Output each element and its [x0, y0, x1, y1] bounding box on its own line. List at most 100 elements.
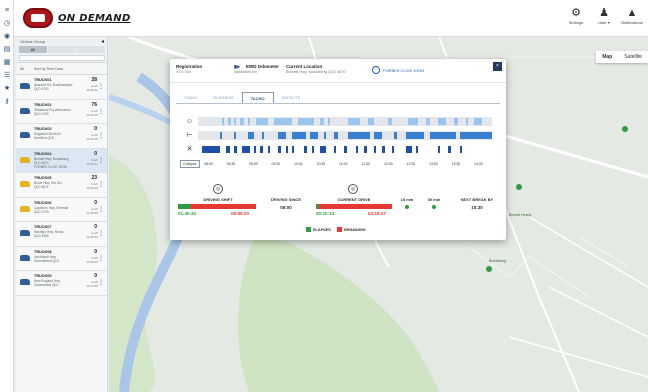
- tab-business[interactable]: BUSINESS: [205, 92, 241, 103]
- time-tick-label: 09:00: [249, 162, 258, 166]
- menu-icon[interactable]: ≡: [0, 4, 14, 17]
- work-segment: [248, 132, 254, 139]
- break-30-label: 30 min: [427, 197, 441, 202]
- map-pin-icon[interactable]: ◉: [0, 30, 14, 43]
- activity-timeline[interactable]: ☺ ⊢ ✕: [182, 117, 492, 157]
- panel-tab-3[interactable]: [77, 46, 105, 53]
- drive-segment: [320, 146, 326, 153]
- work-segment: [220, 132, 222, 139]
- vehicle-detail-modal: Registration XXX 000 ▮▶ EWD Odometer ###…: [170, 59, 506, 240]
- vehicle-row[interactable]: TRUCK06 Capricorn Hwy, Emerald QLD 4720 0 km…: [16, 197, 107, 222]
- user-menu-button[interactable]: ♟ User ▾: [590, 6, 618, 25]
- work-track: [198, 131, 492, 140]
- vehicle-speed: 0: [94, 224, 97, 230]
- vehicle-row[interactable]: TRUCK05 Bruce Hwy, Gin Gin QLD 4671 23 km/h 1…: [16, 173, 107, 198]
- user-label: User ▾: [598, 20, 610, 25]
- work-segment: [292, 132, 306, 139]
- ewd-value: ######## km: [234, 70, 258, 74]
- more-options-icon[interactable]: ⋮: [98, 230, 104, 237]
- collapse-timeline-button[interactable]: Collapse: [180, 160, 200, 168]
- collapse-icon[interactable]: ◂: [101, 38, 104, 45]
- time-tick-label: 09:30: [271, 162, 281, 166]
- vehicle-name: TRUCK02: [34, 102, 52, 107]
- time-tick-label: 14:00: [474, 162, 483, 166]
- vehicle-speed: 0: [94, 126, 97, 132]
- work-segment: [348, 132, 370, 139]
- more-options-icon[interactable]: ⋮: [98, 157, 104, 164]
- time-tick-label: 12:30: [406, 162, 416, 166]
- driver-link[interactable]: FORBES CLIVE JOHN: [372, 66, 424, 74]
- place-label: Burnett Heads: [509, 213, 532, 217]
- more-options-icon[interactable]: ⋮: [98, 83, 104, 90]
- drive-segment: [268, 146, 270, 153]
- drive-segment: [416, 146, 418, 153]
- clock-icon[interactable]: ◷: [0, 17, 14, 30]
- vehicle-address-line: Toowoomba QLD: [34, 283, 59, 287]
- grid-icon[interactable]: ▦: [0, 56, 14, 69]
- more-options-icon[interactable]: ⋮: [98, 108, 104, 115]
- panel-tab-2[interactable]: [48, 46, 76, 53]
- rest-segment: [222, 118, 224, 125]
- map-type-map[interactable]: Map: [596, 51, 618, 63]
- close-button[interactable]: ×: [493, 62, 502, 71]
- vehicle-name: TRUCK07: [34, 225, 52, 229]
- steering-wheel-icon: ◎: [348, 184, 358, 194]
- rest-segment: [328, 118, 330, 125]
- location-value: Burnett Hwy, Bundaberg QLD 4670: [286, 70, 346, 74]
- vehicle-search-input[interactable]: [19, 55, 105, 61]
- rest-segment: [320, 118, 324, 125]
- tab-defects[interactable]: DEFECTS: [274, 92, 309, 103]
- drive-icon: ✕: [186, 146, 193, 153]
- truck-icon: [20, 279, 30, 285]
- more-options-icon[interactable]: ⋮: [98, 279, 104, 286]
- more-options-icon[interactable]: ⋮: [98, 206, 104, 213]
- ewd-label: EWD Odometer: [246, 64, 280, 69]
- key-icon[interactable]: ⚷: [0, 95, 14, 108]
- sort-filter-label: All: [20, 66, 24, 71]
- legend: ELAPSED REMAINING: [306, 227, 372, 232]
- next-break-value: 15:30: [471, 205, 483, 210]
- layers-icon[interactable]: ▤: [0, 43, 14, 56]
- sort-bar[interactable]: All Sort by Time Desc: [16, 63, 107, 75]
- notifications-button[interactable]: ▲ Notifications: [618, 6, 646, 25]
- vehicle-timestamp: 10:18:42: [86, 88, 98, 92]
- tab-today[interactable]: TODAY: [176, 92, 205, 103]
- logo-badge-icon: [23, 8, 53, 28]
- vehicle-row[interactable]: TRUCK04 Burnett Hwy, Bundaberg QLD 4670 FOR…: [16, 148, 107, 173]
- tab-divider: [176, 103, 500, 104]
- drive-segment: [356, 146, 358, 153]
- app-logo[interactable]: ON DEMAND: [23, 8, 131, 28]
- more-options-icon[interactable]: ⋮: [98, 255, 104, 262]
- vehicle-row[interactable]: TRUCK08 Leichhardt Hwy Goondiwindi QLD 0 km/…: [16, 246, 107, 271]
- work-segment: [406, 132, 424, 139]
- settings-button[interactable]: ⚙ Settings: [562, 6, 590, 25]
- time-tick-label: 10:30: [316, 162, 326, 166]
- more-options-icon[interactable]: ⋮: [98, 132, 104, 139]
- panel-tab-all[interactable]: All: [19, 46, 47, 53]
- driving-since-value: 08:00: [280, 205, 292, 210]
- vehicle-row[interactable]: TRUCK09 New England Hwy Toowoomba QLD 0 km/h…: [16, 271, 107, 296]
- list-icon[interactable]: ☰: [0, 69, 14, 82]
- more-options-icon[interactable]: ⋮: [98, 181, 104, 188]
- vehicle-name: TRUCK01: [34, 78, 52, 82]
- vehicle-row[interactable]: TRUCK03 Kingsford Smith Dr Hamilton QLD 0 km…: [16, 124, 107, 149]
- time-tick-label: 10:00: [294, 162, 303, 166]
- rest-icon: ☺: [185, 118, 194, 125]
- truck-icon: [20, 181, 30, 187]
- vehicle-row[interactable]: TRUCK02 Gladstone Rd, Allenstown QLD 4700 7…: [16, 99, 107, 124]
- vehicle-row[interactable]: TRUCK07 Warrego Hwy, Roma QLD 4455 0 km/h 10:…: [16, 222, 107, 247]
- current-drive-elapsed-fill: [316, 204, 320, 209]
- drive-segment: [344, 146, 347, 153]
- map-type-satellite[interactable]: Satellite: [618, 51, 648, 63]
- panel-header: Vehicle Group ◂ All: [16, 37, 107, 63]
- star-icon[interactable]: ★: [0, 82, 14, 95]
- drive-segment: [406, 146, 412, 153]
- steering-wheel-icon: ◎: [213, 184, 223, 194]
- vehicle-speed: 23: [91, 175, 97, 181]
- tab-tacho[interactable]: TACHO: [241, 92, 274, 103]
- drive-segment: [392, 146, 394, 153]
- vehicle-row[interactable]: TRUCK01 Beaufort Rd, Rockhampton QLD 4700 2…: [16, 75, 107, 100]
- current-drive-bar: [316, 204, 392, 209]
- user-icon: ♟: [599, 7, 609, 19]
- map-type-toggle[interactable]: Map Satellite: [596, 51, 648, 63]
